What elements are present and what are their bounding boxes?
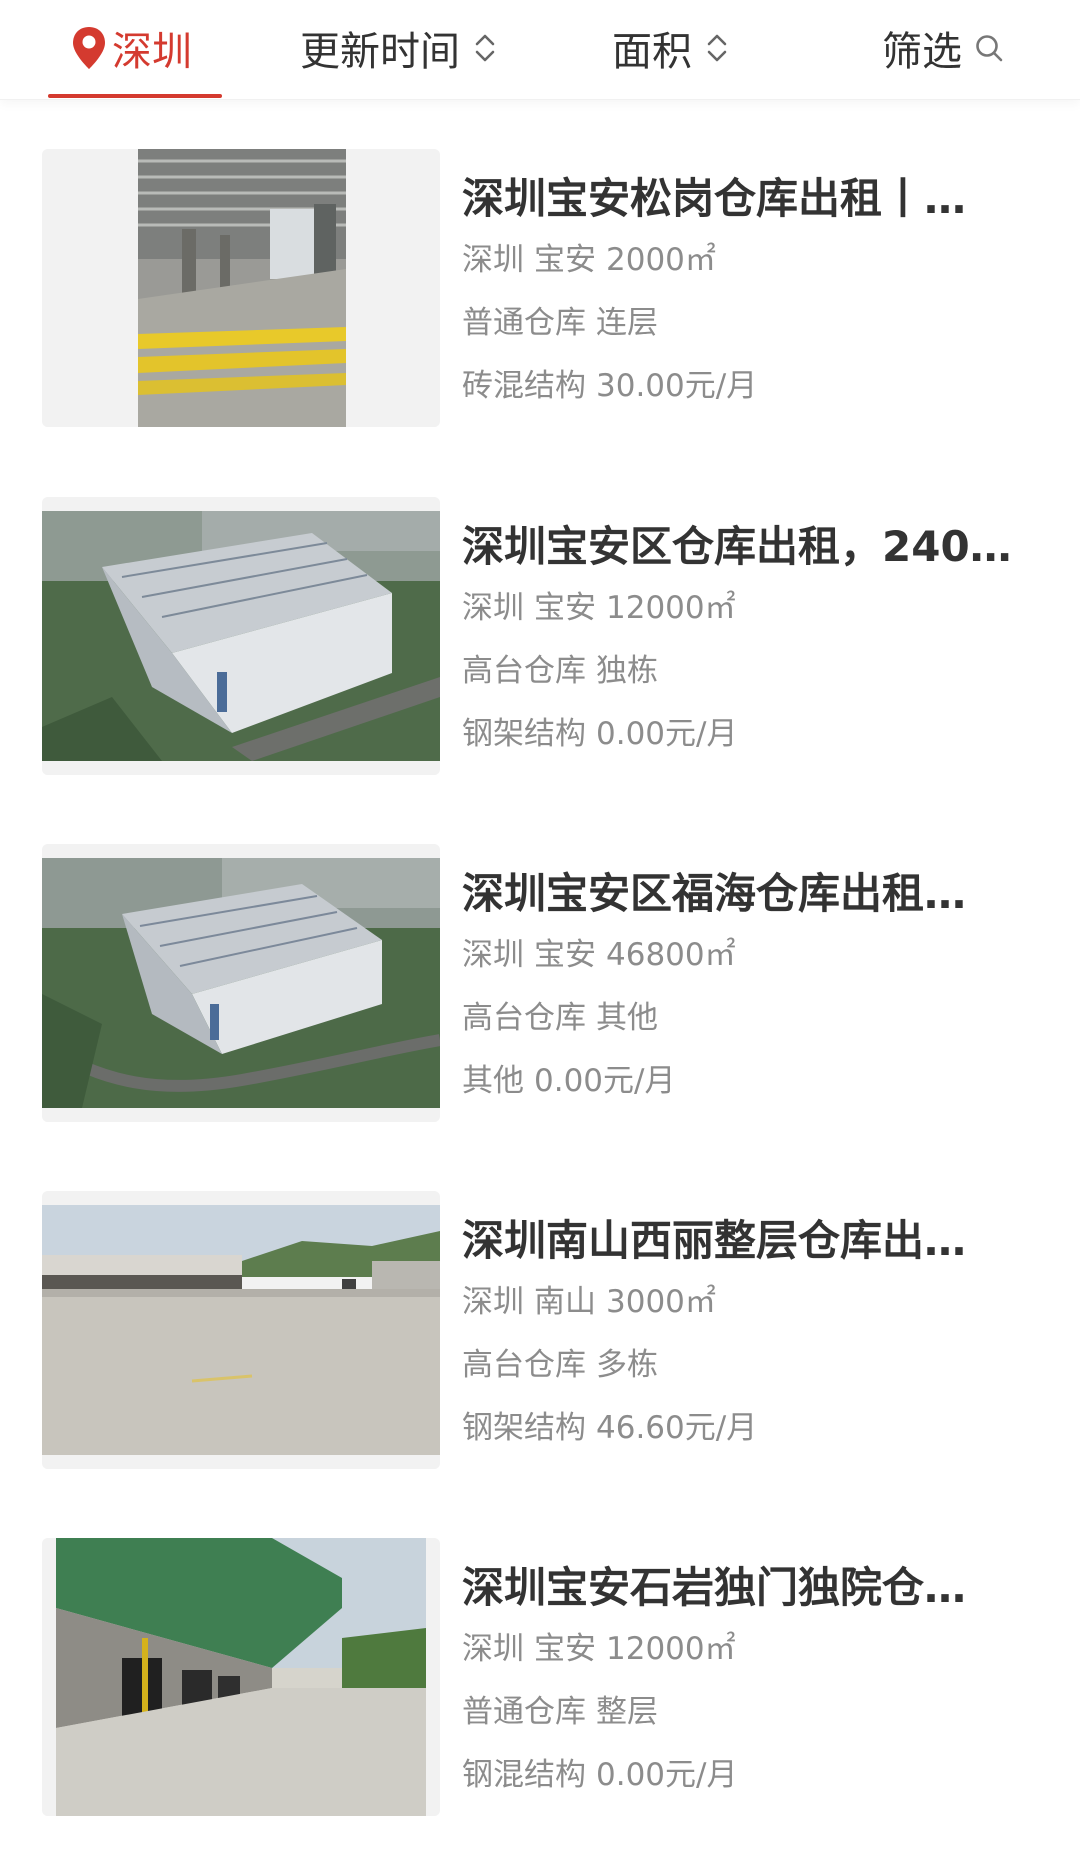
listing-location-area: 深圳 南山 3000㎡	[462, 1271, 1042, 1334]
listing-city: 深圳	[462, 937, 524, 973]
listing-location-area: 深圳 宝安 12000㎡	[462, 577, 1042, 640]
listing-card[interactable]: 深圳宝安区仓库出租，240… 深圳 宝安 12000㎡ 高台仓库 独栋 钢架结构 0.0…	[0, 497, 1080, 777]
listing-district: 宝安	[534, 242, 596, 278]
listing-title: 深圳南山西丽整层仓库出…	[462, 1216, 967, 1265]
filter-label: 筛选	[882, 29, 962, 75]
listing-type-floor: 高台仓库 独栋	[462, 640, 1042, 703]
listing-card[interactable]: 深圳南山西丽整层仓库出… 深圳 南山 3000㎡ 高台仓库 多栋 钢架结构 46.60元…	[0, 1191, 1080, 1471]
listing-city: 深圳	[462, 1631, 524, 1667]
sort-toggle-icon	[472, 28, 498, 68]
listing-title: 深圳宝安松岗仓库出租丨…	[462, 174, 967, 223]
listing-floor: 其他	[596, 1000, 658, 1036]
listing-type: 高台仓库	[462, 653, 586, 689]
filter-button[interactable]: 筛选	[882, 0, 1004, 96]
city-selector[interactable]: 深圳	[70, 0, 192, 96]
listing-district: 宝安	[534, 1631, 596, 1667]
listing-structure: 砖混结构	[462, 368, 586, 404]
listing-thumbnail	[42, 1538, 440, 1816]
listing-city: 深圳	[462, 242, 524, 278]
listing-title: 深圳宝安区福海仓库出租…	[462, 869, 967, 918]
listing-structure-price: 钢混结构 0.00元/月	[462, 1744, 1042, 1807]
filter-bar: 深圳 更新时间 面积 筛选	[0, 0, 1080, 100]
listing-price: 0.00元/月	[596, 716, 738, 752]
listing-type-floor: 普通仓库 整层	[462, 1681, 1042, 1744]
listing-city: 深圳	[462, 1284, 524, 1320]
listing-location-area: 深圳 宝安 2000㎡	[462, 229, 1042, 292]
listing-card[interactable]: 深圳宝安石岩独门独院仓… 深圳 宝安 12000㎡ 普通仓库 整层 钢混结构 0.00元…	[0, 1538, 1080, 1818]
listing-structure-price: 其他 0.00元/月	[462, 1050, 1042, 1113]
listing-floor: 整层	[596, 1694, 658, 1730]
listing-district: 南山	[534, 1284, 596, 1320]
listing-structure-price: 钢架结构 0.00元/月	[462, 703, 1042, 766]
listing-price: 0.00元/月	[596, 1757, 738, 1793]
listing-thumbnail	[42, 149, 440, 427]
listing-type: 普通仓库	[462, 1694, 586, 1730]
sort-by-area[interactable]: 面积	[612, 0, 730, 96]
active-tab-indicator	[48, 94, 222, 98]
listing-location-area: 深圳 宝安 12000㎡	[462, 1618, 1042, 1681]
sort-toggle-icon	[704, 28, 730, 68]
listing-info: 深圳宝安区仓库出租，240… 深圳 宝安 12000㎡ 高台仓库 独栋 钢架结构 0.0…	[462, 497, 1042, 766]
listing-structure: 钢混结构	[462, 1757, 586, 1793]
listing-location-area: 深圳 宝安 46800㎡	[462, 924, 1042, 987]
listing-city: 深圳	[462, 590, 524, 626]
listing-info: 深圳宝安区福海仓库出租… 深圳 宝安 46800㎡ 高台仓库 其他 其他 0.00元/月	[462, 844, 1042, 1113]
listing-structure: 钢架结构	[462, 1410, 586, 1446]
listing-info: 深圳宝安石岩独门独院仓… 深圳 宝安 12000㎡ 普通仓库 整层 钢混结构 0.00元…	[462, 1538, 1042, 1807]
listing-district: 宝安	[534, 937, 596, 973]
listing-structure: 其他	[462, 1063, 524, 1099]
listing-thumbnail	[42, 497, 440, 775]
listing-info: 深圳宝安松岗仓库出租丨… 深圳 宝安 2000㎡ 普通仓库 连层 砖混结构 30.00元…	[462, 149, 1042, 418]
listing-title: 深圳宝安石岩独门独院仓…	[462, 1563, 967, 1612]
listing-price: 46.60元/月	[596, 1410, 758, 1446]
listing-price: 30.00元/月	[596, 368, 758, 404]
listing-card[interactable]: 深圳宝安区福海仓库出租… 深圳 宝安 46800㎡ 高台仓库 其他 其他 0.00元/月	[0, 844, 1080, 1124]
listing-title: 深圳宝安区仓库出租，240…	[462, 522, 1012, 571]
listing-structure-price: 砖混结构 30.00元/月	[462, 355, 1042, 418]
location-pin-icon	[70, 25, 108, 71]
listing-floor: 连层	[596, 305, 658, 341]
listing-floor: 多栋	[596, 1347, 658, 1383]
listing-type-floor: 高台仓库 其他	[462, 987, 1042, 1050]
sort-by-update-time[interactable]: 更新时间	[300, 0, 498, 96]
listing-thumbnail	[42, 1191, 440, 1469]
listing-price: 0.00元/月	[534, 1063, 676, 1099]
listing-area: 2000㎡	[606, 242, 716, 278]
sort-update-label: 更新时间	[300, 29, 460, 75]
search-icon	[974, 33, 1004, 63]
listing-structure-price: 钢架结构 46.60元/月	[462, 1397, 1042, 1460]
city-label: 深圳	[112, 29, 192, 75]
listing-type: 普通仓库	[462, 305, 586, 341]
listing-floor: 独栋	[596, 653, 658, 689]
listing-thumbnail	[42, 844, 440, 1122]
listing-info: 深圳南山西丽整层仓库出… 深圳 南山 3000㎡ 高台仓库 多栋 钢架结构 46.60元…	[462, 1191, 1042, 1460]
listing-district: 宝安	[534, 590, 596, 626]
listing-type: 高台仓库	[462, 1347, 586, 1383]
listing-type-floor: 高台仓库 多栋	[462, 1334, 1042, 1397]
listing-area: 12000㎡	[606, 1631, 736, 1667]
listing-area: 46800㎡	[606, 937, 736, 973]
listing-type: 高台仓库	[462, 1000, 586, 1036]
listing-type-floor: 普通仓库 连层	[462, 292, 1042, 355]
sort-area-label: 面积	[612, 29, 692, 75]
listing-area: 3000㎡	[606, 1284, 716, 1320]
listing-card[interactable]: 深圳宝安松岗仓库出租丨… 深圳 宝安 2000㎡ 普通仓库 连层 砖混结构 30.00元…	[0, 149, 1080, 429]
listing-area: 12000㎡	[606, 590, 736, 626]
listing-structure: 钢架结构	[462, 716, 586, 752]
